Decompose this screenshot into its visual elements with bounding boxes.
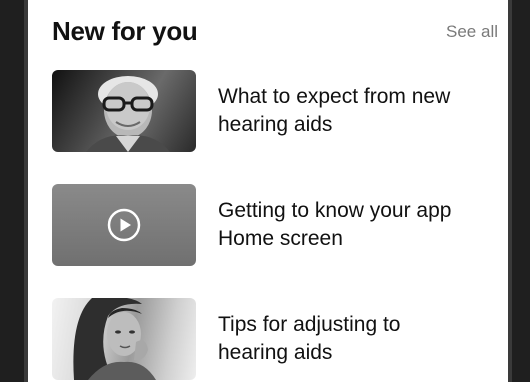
article-title-line: Tips for adjusting to [218, 313, 401, 336]
article-title-line: hearing aids [218, 113, 333, 136]
article-thumbnail [52, 70, 196, 152]
article-title-line: hearing aids [218, 341, 333, 364]
phone-bezel-edge-right [508, 0, 512, 382]
article-title: Getting to know your app Home screen [218, 197, 498, 253]
screen: New for you See all What to expect from … [34, 0, 504, 382]
article-item[interactable]: What to expect from new hearing aids [52, 70, 498, 152]
article-title-line: Getting to know your app [218, 199, 452, 222]
see-all-link[interactable]: See all [446, 22, 498, 42]
article-item[interactable]: Tips for adjusting to hearing aids [52, 298, 498, 380]
section-header: New for you See all [52, 16, 498, 48]
article-title: Tips for adjusting to hearing aids [218, 311, 498, 367]
article-thumbnail [52, 298, 196, 380]
article-title-line: What to expect from new [218, 85, 451, 108]
woman-touching-ear-photo [73, 298, 156, 380]
article-thumbnail [52, 184, 196, 266]
article-title: What to expect from new hearing aids [218, 83, 498, 139]
play-icon[interactable] [107, 208, 141, 242]
man-with-glasses-photo [86, 76, 170, 152]
section-title: New for you [52, 16, 198, 46]
phone-bezel-edge-left [24, 0, 28, 382]
article-item[interactable]: Getting to know your app Home screen [52, 184, 498, 266]
article-title-line: Home screen [218, 227, 343, 250]
